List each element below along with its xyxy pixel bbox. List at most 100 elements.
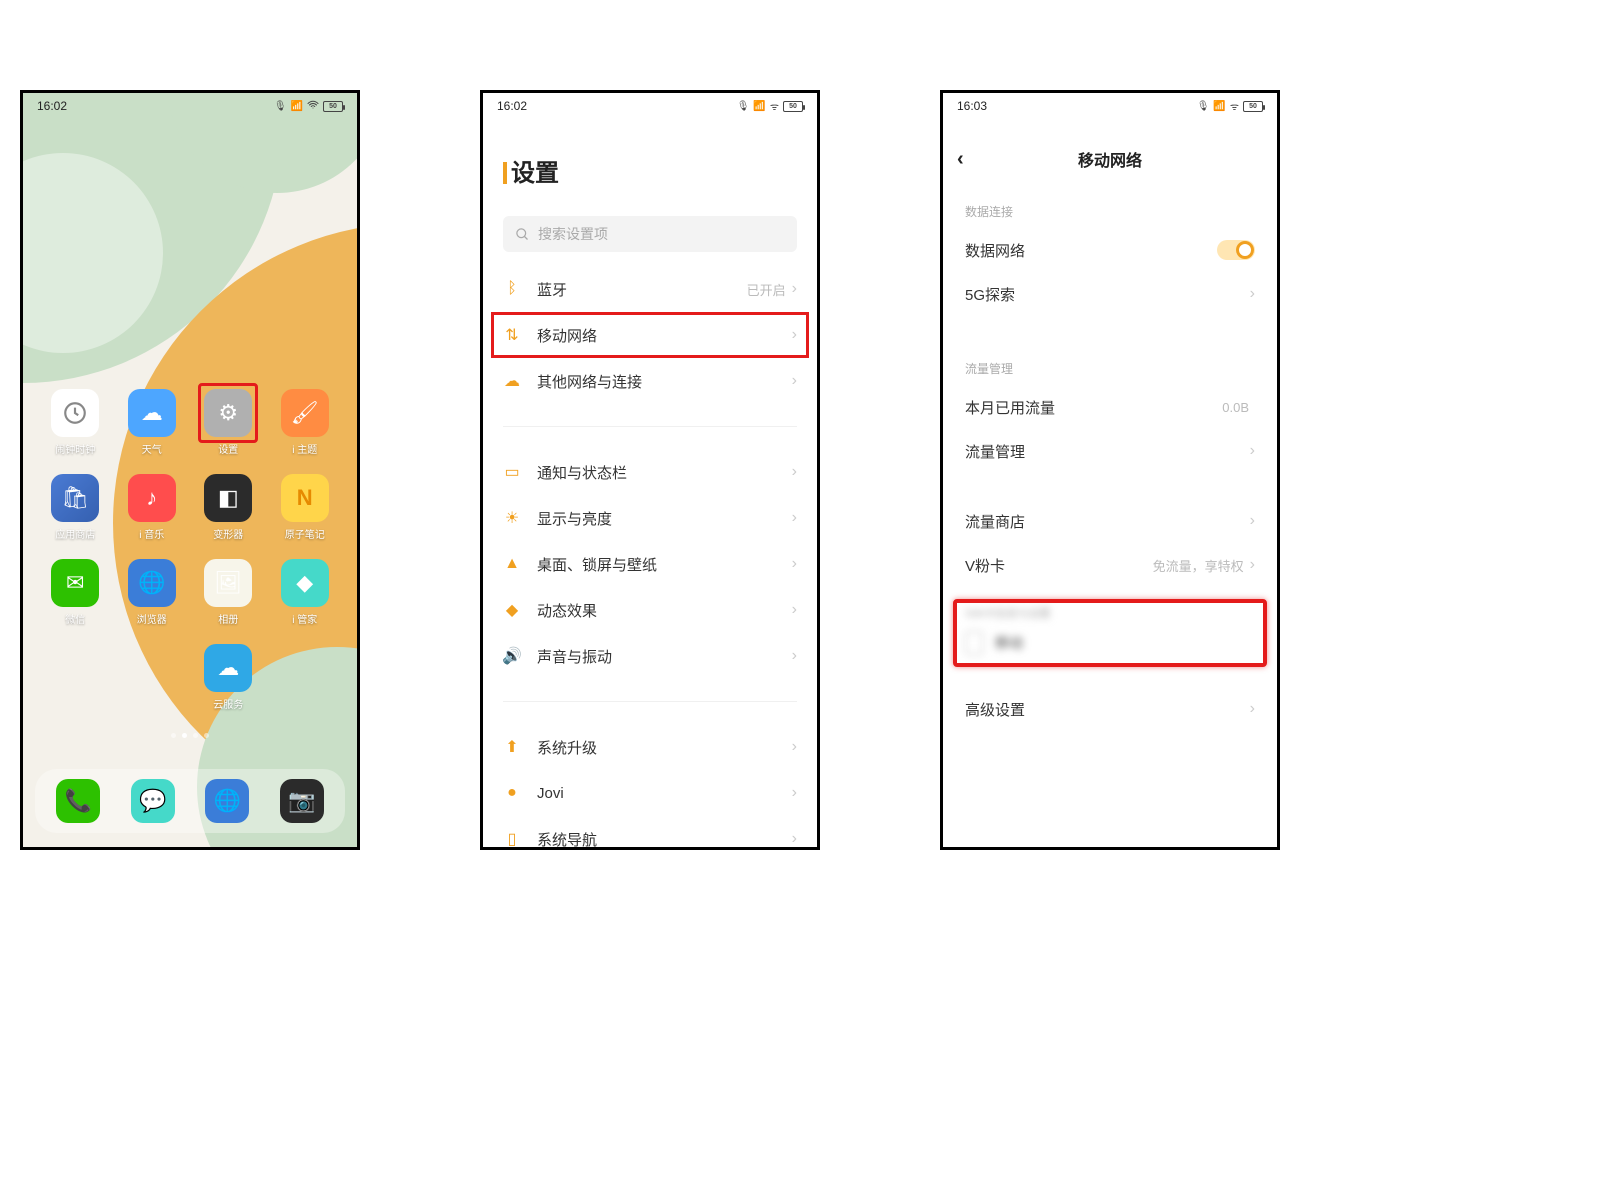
section-sim: SIM卡信息与设置 [943,605,1277,625]
status-icons: 🎙 📶 ᯤ 50 [1197,99,1263,113]
app-settings[interactable]: ⚙ 设置 [190,389,267,456]
search-input[interactable]: 搜索设置项 [503,216,797,252]
app-wechat[interactable]: ✉ 微信 [37,559,114,626]
page-header: ‹ 移动网络 [943,133,1277,185]
toggle-data-network[interactable] [1217,240,1255,260]
speaker-icon: 🔊 [503,647,521,665]
clock-text: 16:03 [957,99,987,113]
app-transform[interactable]: ◧ 变形器 [190,474,267,541]
battery-icon: 50 [783,101,803,112]
dock: 📞 💬 🌐 📷 [35,769,345,833]
app-store[interactable]: 🛍 应用商店 [37,474,114,541]
app-clock[interactable]: 闹钟时钟 [37,389,114,456]
row-system-nav[interactable]: ▯ 系统导航 › [483,816,817,850]
back-button[interactable]: ‹ [957,148,964,171]
section-data-connection: 数据连接 [943,185,1277,228]
bag-icon: 🛍 [51,474,99,522]
highlight-box [491,312,809,358]
signal-icon: 📶 [291,101,303,112]
chevron-right-icon: › [792,372,797,390]
row-month-usage[interactable]: 本月已用流量 0.0B [943,385,1277,429]
rectangle-icon: ▭ [503,463,521,481]
mic-icon: 🎙 [1197,101,1210,112]
row-jovi[interactable]: ● Jovi › [483,770,817,816]
row-traffic-manager[interactable]: 流量管理 › [943,429,1277,473]
chevron-right-icon: › [1250,285,1255,303]
phone-mobile-network: 16:03 🎙 📶 ᯤ 50 ‹ 移动网络 数据连接 数据网络 5G探索 › 流… [940,90,1280,850]
app-gallery[interactable]: 🖼 相册 [190,559,267,626]
page-title: 设置 [483,119,817,206]
picture-icon: ▲ [503,555,521,573]
wifi-icon [307,99,319,114]
row-system-upgrade[interactable]: ⬆ 系统升级 › [483,724,817,770]
wifi-icon: ᯤ [1230,99,1239,113]
row-vcard[interactable]: V粉卡 免流量，享特权 › [943,543,1277,587]
row-sim-card[interactable]: 移动 [943,625,1277,661]
notes-icon: N [281,474,329,522]
battery-icon: 50 [1243,101,1263,112]
app-browser[interactable]: 🌐 浏览器 [114,559,191,626]
search-placeholder: 搜索设置项 [538,224,608,244]
cube-icon: ◧ [204,474,252,522]
app-manager[interactable]: ◆ i 管家 [267,559,344,626]
chevron-right-icon: › [792,463,797,481]
app-cloud[interactable]: ☁ 云服务 [190,644,267,711]
battery-icon: 50 [323,101,343,112]
phone-homescreen: 16:02 🎙 📶 50 闹钟时钟 ☁ 天气 ⚙ 设置 [20,90,360,850]
jovi-icon: ● [503,784,521,802]
weather-icon: ☁ [128,389,176,437]
chevron-right-icon: › [792,830,797,848]
row-sound-vibration[interactable]: 🔊 声音与振动 › [483,633,817,679]
app-notes[interactable]: N 原子笔记 [267,474,344,541]
shield-icon: ◆ [281,559,329,607]
row-other-networks[interactable]: ☁ 其他网络与连接 › [483,358,817,404]
page-indicator[interactable] [23,733,357,738]
row-advanced[interactable]: 高级设置 › [943,687,1277,731]
clock-text: 16:02 [37,99,67,113]
gallery-icon: 🖼 [204,559,252,607]
app-theme[interactable]: 🖌 i 主题 [267,389,344,456]
status-bar: 16:02 🎙 📶 50 [23,93,357,119]
sim-icon [965,631,983,655]
wechat-icon: ✉ [51,559,99,607]
chevron-right-icon: › [1250,512,1255,530]
phone-settings: 16:02 🎙 📶 ᯤ 50 设置 搜索设置项 ᛒ 蓝牙 已开启 › ⇅ [480,90,820,850]
sun-icon: ☀ [503,509,521,527]
chevron-right-icon: › [1250,556,1255,574]
app-music[interactable]: ♪ i 音乐 [114,474,191,541]
bluetooth-icon: ᛒ [503,280,521,298]
chevron-right-icon: › [1250,700,1255,718]
paintbrush-icon: 🖌 [281,389,329,437]
chevron-right-icon: › [792,280,797,298]
signal-icon: 📶 [753,101,765,112]
phone-icon[interactable]: 📞 [56,779,100,823]
gear-icon: ⚙ [204,389,252,437]
app-grid: 闹钟时钟 ☁ 天气 ⚙ 设置 🖌 i 主题 🛍 应用商店 ♪ i [23,389,357,711]
browser-dock-icon[interactable]: 🌐 [205,779,249,823]
globe-icon: 🌐 [128,559,176,607]
wifi-icon: ᯤ [770,99,779,113]
row-traffic-store[interactable]: 流量商店 › [943,499,1277,543]
row-notifications[interactable]: ▭ 通知与状态栏 › [483,449,817,495]
chevron-right-icon: › [792,555,797,573]
section-traffic: 流量管理 [943,342,1277,385]
clock-text: 16:02 [497,99,527,113]
link-icon: ☁ [503,372,521,390]
search-icon [515,227,530,242]
row-display[interactable]: ☀ 显示与亮度 › [483,495,817,541]
status-bar: 16:03 🎙 📶 ᯤ 50 [943,93,1277,119]
chevron-right-icon: › [792,738,797,756]
row-data-network[interactable]: 数据网络 [943,228,1277,272]
chevron-right-icon: › [792,647,797,665]
signal-icon: 📶 [1213,101,1225,112]
app-weather[interactable]: ☁ 天气 [114,389,191,456]
messages-icon[interactable]: 💬 [131,779,175,823]
camera-icon[interactable]: 📷 [280,779,324,823]
row-bluetooth[interactable]: ᛒ 蓝牙 已开启 › [483,266,817,312]
row-desktop-lock-wallpaper[interactable]: ▲ 桌面、锁屏与壁纸 › [483,541,817,587]
row-motion-effects[interactable]: ◆ 动态效果 › [483,587,817,633]
row-mobile-network[interactable]: ⇅ 移动网络 › [483,312,817,358]
row-5g[interactable]: 5G探索 › [943,272,1277,316]
chevron-right-icon: › [792,601,797,619]
clock-icon [51,389,99,437]
